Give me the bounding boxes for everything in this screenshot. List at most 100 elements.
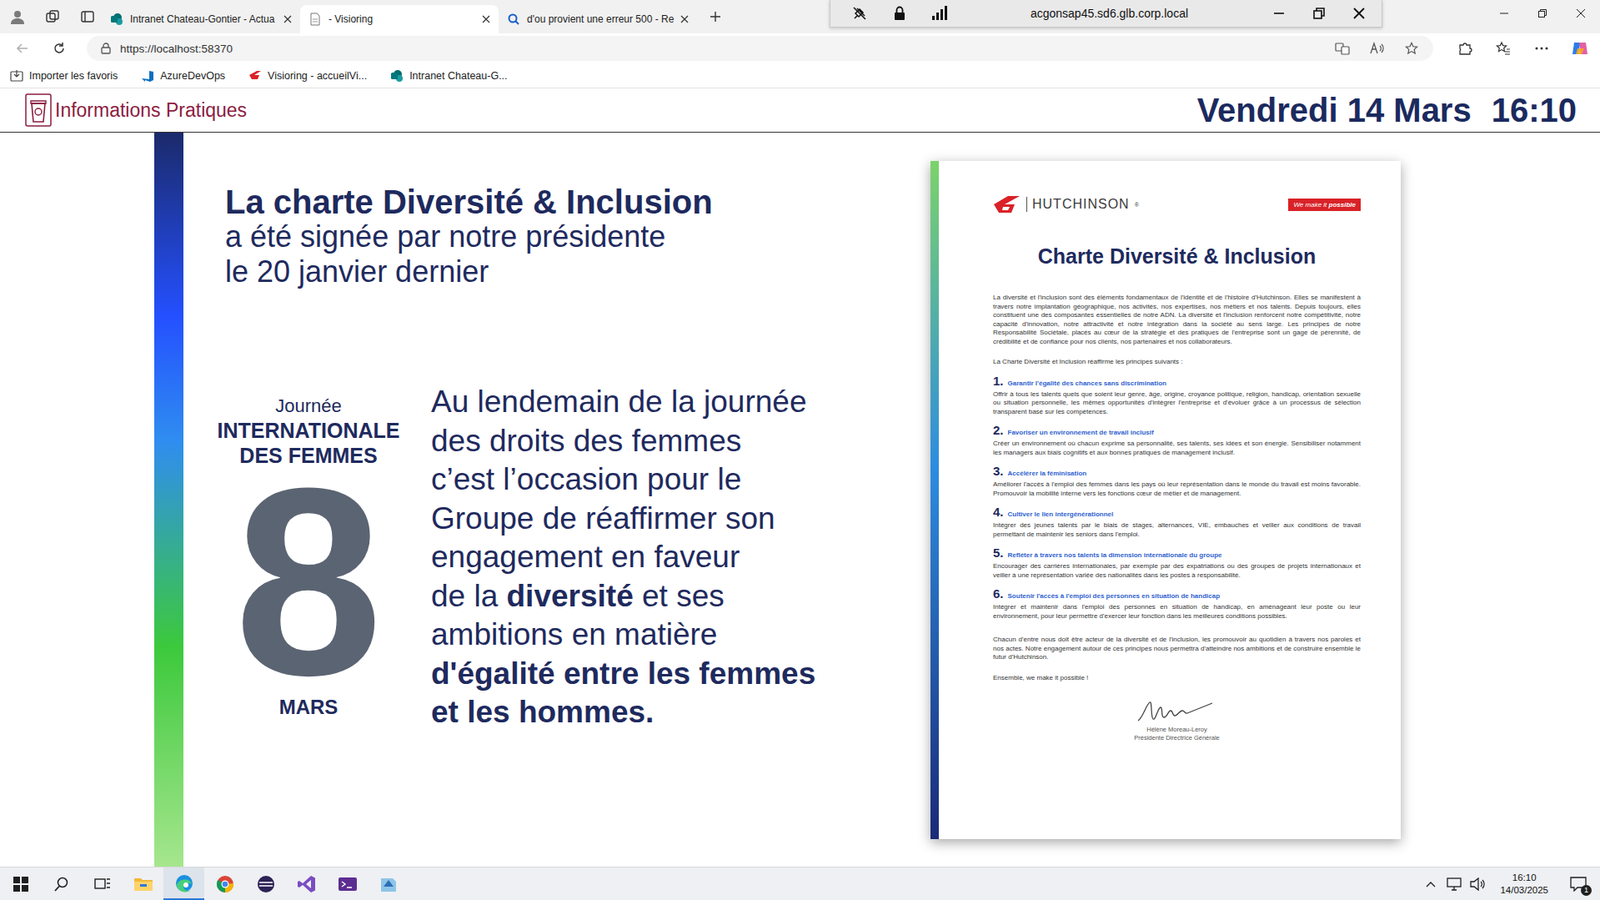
close-window-button[interactable] [1561, 0, 1600, 27]
file-explorer-button[interactable] [122, 867, 164, 900]
connection-quality[interactable] [927, 1, 953, 26]
browser-tab[interactable]: Intranet Chateau-Gontier - Actua [101, 5, 301, 34]
back-button[interactable] [8, 35, 37, 61]
paragraph-line: engagement en faveur [431, 537, 816, 577]
lock-button[interactable] [887, 1, 913, 26]
task-view-icon [94, 876, 111, 892]
read-aloud-icon[interactable] [1369, 41, 1385, 56]
close-icon[interactable] [680, 15, 689, 24]
paragraph-segment: et ses [633, 578, 725, 613]
clock[interactable]: 16:1014/03/2025 [1491, 871, 1557, 897]
azure-devops-icon [140, 69, 155, 83]
slogan-lead: We make it [1293, 200, 1329, 209]
principle: 6.Soutenir l'accès à l'emploi des person… [993, 586, 1361, 621]
paragraph-segment: Groupe de réaffirmer son [431, 501, 776, 536]
clock-time: 16:10 [1512, 871, 1537, 884]
hutchinson-chevron-icon [993, 195, 1022, 214]
close-icon[interactable] [481, 15, 491, 24]
badge-month: MARS [279, 694, 339, 720]
favorite-star-icon[interactable] [1404, 41, 1419, 56]
notification-button[interactable]: 1 [1561, 867, 1595, 900]
restore-button[interactable] [1523, 0, 1562, 27]
pin-button[interactable] [847, 1, 873, 26]
translate-icon[interactable] [1334, 41, 1350, 56]
speaker-icon [1469, 877, 1485, 891]
slide-body: La charte Diversité & Inclusiona été sig… [183, 132, 888, 867]
paragraph-segment: d'égalité entre les femmes [431, 656, 816, 691]
badge-title: INTERNATIONALE [217, 417, 401, 443]
reload-button[interactable] [45, 35, 74, 61]
favorite-label: Importer les favoris [29, 70, 118, 82]
start-button[interactable] [0, 867, 41, 900]
chrome-button[interactable] [204, 867, 246, 900]
remote-minimize-button[interactable] [1266, 1, 1292, 26]
toolbar-buttons [1443, 35, 1600, 61]
more-button[interactable] [1524, 35, 1559, 61]
logo-separator [1026, 196, 1028, 212]
workspaces-button[interactable] [38, 4, 67, 30]
network-button[interactable] [1444, 867, 1464, 900]
favorite-link[interactable]: Visioring - accueilVi... [248, 69, 367, 83]
slogan-badge: We make it possible [1288, 198, 1361, 211]
favorites-button[interactable] [1486, 35, 1520, 61]
chevron-up-icon [1425, 880, 1436, 888]
paragraph-line: ambitions en matière [431, 615, 816, 655]
page-header: Informations PratiquesVendredi 14 Mars16… [0, 88, 1600, 133]
extensions-button[interactable] [1448, 35, 1482, 61]
edge-button[interactable] [163, 867, 205, 900]
remote-close-button[interactable] [1346, 1, 1372, 26]
tab-actions-button[interactable] [73, 4, 102, 30]
paragraph-line: et les hommes. [431, 692, 816, 733]
document-intro: La diversité et l'inclusion sont des élé… [993, 293, 1361, 347]
close-icon[interactable] [283, 15, 292, 24]
profile-button[interactable] [3, 4, 32, 30]
browser-tab[interactable]: d'ou provient une erreur 500 - Re [498, 5, 698, 34]
minimize-button[interactable] [1484, 0, 1524, 27]
page-icon [308, 12, 322, 26]
signature-block: Hélène Moreau-LeroyPrésidente Directrice… [993, 697, 1361, 743]
browser-tab[interactable]: - Visioring [300, 5, 499, 34]
terminal-button[interactable] [326, 867, 368, 900]
principle: 4.Cultiver le lien intergénérationnelInt… [993, 504, 1361, 539]
url-field[interactable]: https://localhost:58370 [86, 35, 1434, 61]
favorite-link[interactable]: AzureDevOps [140, 69, 226, 83]
visual-studio-button[interactable] [285, 867, 327, 900]
task-view-button[interactable] [81, 867, 123, 900]
paragraph-segment: ambitions en matière [431, 616, 718, 652]
screen: Intranet Chateau-Gontier - Actua - Visior… [0, 0, 1600, 900]
principle-text: Améliorer l'accès à l'emploi des femmes … [993, 480, 1361, 498]
taskbar-apps [0, 867, 409, 900]
headline-subline: a été signée par notre présidente [225, 219, 888, 255]
tab-title: d'ou provient une erreur 500 - Re [526, 13, 674, 26]
copilot-button[interactable] [1563, 35, 1597, 61]
tab-title: - Visioring [328, 13, 476, 26]
womens-day-badge: JournéeINTERNATIONALEDES FEMMES8MARS [204, 382, 413, 733]
lock-icon[interactable] [100, 42, 112, 55]
notification-count: 1 [1580, 884, 1592, 896]
principle-number: 1. [993, 373, 1004, 388]
hidden-icons-button[interactable] [1421, 867, 1440, 900]
gradient-bar [154, 132, 184, 867]
copilot-icon [1570, 39, 1590, 58]
web-page: Informations PratiquesVendredi 14 Mars16… [0, 88, 1600, 867]
url-text: https://localhost:58370 [120, 42, 233, 56]
address-bar: https://localhost:58370 [0, 33, 1600, 64]
new-tab-button[interactable] [701, 4, 730, 30]
sharepoint-icon [390, 69, 404, 83]
principle-heading: 1.Garantir l'égalité des chances sans di… [993, 373, 1361, 388]
folder-icon [133, 875, 154, 893]
favorite-link[interactable]: Importer les favoris [10, 69, 118, 83]
favorite-label: Visioring - accueilVi... [267, 70, 367, 82]
search-button[interactable] [40, 867, 82, 900]
favorite-link[interactable]: Intranet Chateau-G... [390, 69, 507, 83]
signer-name: Hélène Moreau-Leroy [1146, 725, 1208, 734]
tool-button[interactable] [367, 867, 409, 900]
document-page: HUTCHINSON®We make it possibleCharte Div… [938, 160, 1401, 839]
principle-heading: 3.Accélérer la féminisation [993, 463, 1361, 478]
remote-restore-button[interactable] [1306, 1, 1332, 26]
windows-logo-icon [13, 876, 29, 892]
paragraph-segment: et les hommes. [431, 694, 654, 729]
eclipse-button[interactable] [245, 867, 286, 900]
volume-button[interactable] [1468, 867, 1487, 900]
principles-lead: La Charte Diversité et Inclusion réaffir… [993, 357, 1361, 367]
